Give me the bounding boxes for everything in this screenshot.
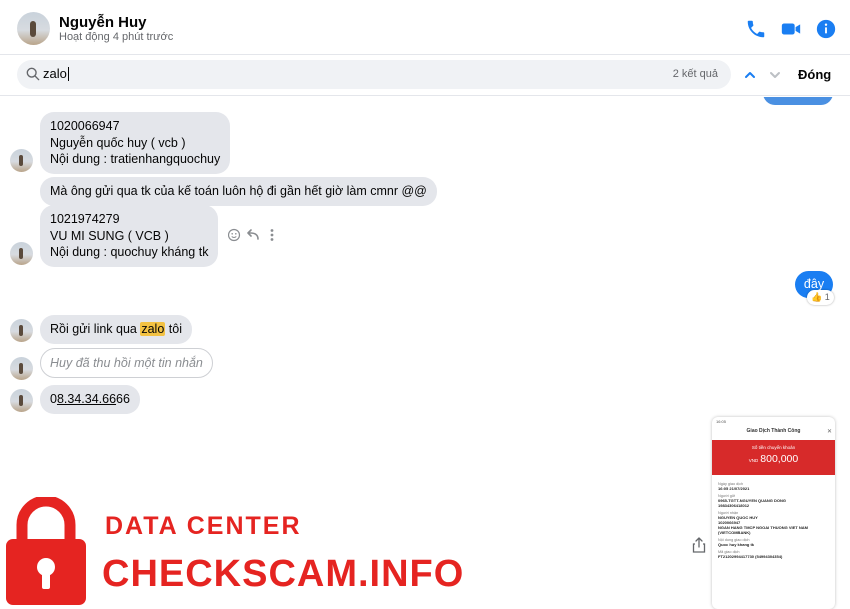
search-query[interactable]: zalo xyxy=(43,67,69,81)
sender-avatar[interactable] xyxy=(10,242,33,265)
detail-value: 16:05 21/07/2021 xyxy=(718,486,750,491)
received-message-account-1[interactable]: 1020066947 Nguyễn quốc huy ( vcb ) Nội d… xyxy=(40,112,231,174)
contact-name[interactable]: Nguyễn Huy xyxy=(59,14,147,31)
video-camera-icon[interactable] xyxy=(780,18,802,40)
message-line: Mà ông gửi qua tk của kế toán luôn hộ đi… xyxy=(50,184,427,198)
share-icon[interactable] xyxy=(692,537,706,553)
message-line: Nguyễn quốc huy ( vcb ) xyxy=(50,135,186,150)
message-line: Nội dung : quochuy kháng tk xyxy=(50,245,209,259)
reply-icon[interactable] xyxy=(247,229,259,240)
active-status: Hoạt động 4 phút trước xyxy=(59,31,174,43)
sender-avatar[interactable] xyxy=(10,149,33,172)
amount-value: 800,000 xyxy=(760,453,799,465)
message-actions xyxy=(228,228,274,242)
receipt-title: Giao Dịch Thành Công xyxy=(746,428,801,434)
contact-avatar[interactable] xyxy=(17,12,50,45)
received-message-account-2[interactable]: 1021974279 VU MI SUNG ( VCB ) Nội dung :… xyxy=(40,205,219,267)
messenger-window: Nguyễn Huy Hoạt động 4 phút trước zalo 2… xyxy=(0,0,850,609)
checkscam-watermark: DATA CENTER CHECKSCAM.INFO xyxy=(0,497,520,609)
phone-icon[interactable] xyxy=(745,18,767,40)
sender-avatar[interactable] xyxy=(10,357,33,380)
amount-label: Số tiền chuyển khoản xyxy=(751,445,796,450)
unsent-message-notice: Huy đã thu hồi một tin nhắn xyxy=(40,348,213,378)
sent-message-bubble-partial[interactable] xyxy=(763,97,833,105)
reaction-count: 1 xyxy=(824,292,830,302)
detail-value: 19834306418012 xyxy=(718,503,750,508)
search-result-count: 2 kết quả xyxy=(672,68,718,80)
emoji-react-icon[interactable] xyxy=(228,228,241,242)
chevron-down-icon[interactable] xyxy=(768,69,782,81)
message-line: Nội dung : tratienhangquochuy xyxy=(50,152,221,166)
close-icon: ✕ xyxy=(826,429,832,435)
in-chat-search-bar: zalo 2 kết quả Đóng xyxy=(0,56,850,96)
close-search-button[interactable]: Đóng xyxy=(798,67,831,82)
more-options-icon[interactable] xyxy=(270,229,274,241)
received-message-request[interactable]: Mà ông gửi qua tk của kế toán luôn hộ đi… xyxy=(40,177,437,206)
currency-label: VND xyxy=(748,458,759,463)
received-message-zalo[interactable]: Rồi gửi link qua zalo tôi xyxy=(40,315,192,344)
chevron-up-icon[interactable] xyxy=(743,69,757,81)
message-text: 0 xyxy=(50,392,57,406)
message-text: 66 xyxy=(116,392,130,406)
info-icon[interactable] xyxy=(815,18,837,40)
sender-avatar[interactable] xyxy=(10,319,33,342)
thumbs-up-icon: 👍 xyxy=(811,292,823,302)
message-text: tôi xyxy=(165,322,182,336)
receipt-amount-panel: Số tiền chuyển khoản VND 800,000 xyxy=(712,440,835,475)
chat-header: Nguyễn Huy Hoạt động 4 phút trước xyxy=(0,0,850,55)
receipt-details: Ngày giao dịch 16:05 21/07/2021 Người gử… xyxy=(712,475,835,559)
message-line: VU MI SUNG ( VCB ) xyxy=(50,228,169,243)
detail-value: (VIETCOMBANK) xyxy=(718,530,751,535)
search-highlight: zalo xyxy=(140,322,166,336)
sender-avatar[interactable] xyxy=(10,389,33,412)
search-icon xyxy=(26,67,40,81)
receipt-status-bar: 16:05 xyxy=(716,419,727,424)
message-reaction[interactable]: 👍 1 xyxy=(807,290,834,305)
watermark-line-1: DATA CENTER xyxy=(105,512,302,540)
message-text: Rồi gửi link qua xyxy=(50,322,141,336)
detail-value: FT21202994417730 (54994304354) xyxy=(718,554,783,559)
detail-value: Quoc huy khang tk xyxy=(718,542,755,547)
bank-transfer-receipt-image[interactable]: 16:05 Giao Dịch Thành Công ✕ Số tiền chu… xyxy=(712,417,835,609)
watermark-line-2: CHECKSCAM.INFO xyxy=(102,553,465,595)
phone-link[interactable]: 8.34.34.66 xyxy=(57,392,116,406)
lock-icon xyxy=(6,497,86,605)
message-line: 1021974279 xyxy=(50,212,120,226)
received-message-phone[interactable]: 08.34.34.6666 xyxy=(40,385,140,414)
message-line: 1020066947 xyxy=(50,119,120,133)
search-input[interactable]: zalo 2 kết quả xyxy=(17,60,731,89)
